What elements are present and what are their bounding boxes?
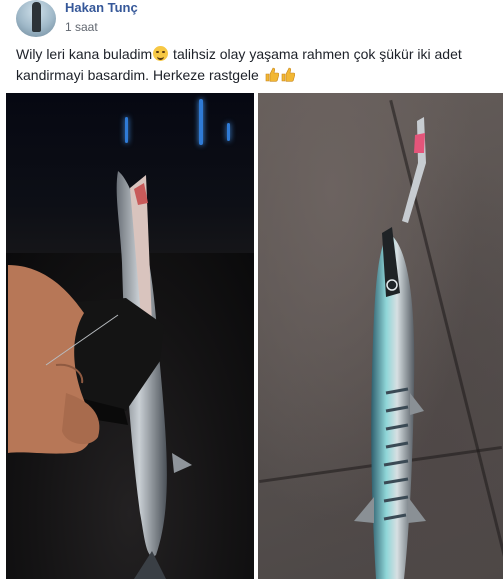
photo-fish-ground[interactable]: [258, 93, 503, 579]
smiling-face-icon: [153, 46, 169, 61]
post-timestamp[interactable]: 1 saat: [65, 20, 98, 34]
fish-illustration: [354, 117, 426, 579]
post-text: Wily leri kana buladim talihsiz olay yaş…: [16, 44, 486, 86]
post-text-part-1: Wily leri kana buladim: [16, 46, 153, 62]
photo-grid: [0, 93, 503, 579]
post-text-part-3: kandirmayi basardim. Herkeze rastgele: [16, 67, 263, 83]
fish-illustration: [8, 171, 192, 579]
avatar[interactable]: [16, 0, 56, 37]
avatar-figure: [32, 2, 41, 32]
thumbs-up-icon: [265, 67, 279, 82]
post-header: Hakan Tunç 1 saat: [0, 0, 503, 40]
thumbs-up-icon: [281, 67, 295, 82]
photo-fish-night[interactable]: [6, 93, 254, 579]
author-name[interactable]: Hakan Tunç: [65, 0, 138, 15]
post-text-part-2: talihsiz olay yaşama rahmen çok şükür ik…: [169, 46, 462, 62]
